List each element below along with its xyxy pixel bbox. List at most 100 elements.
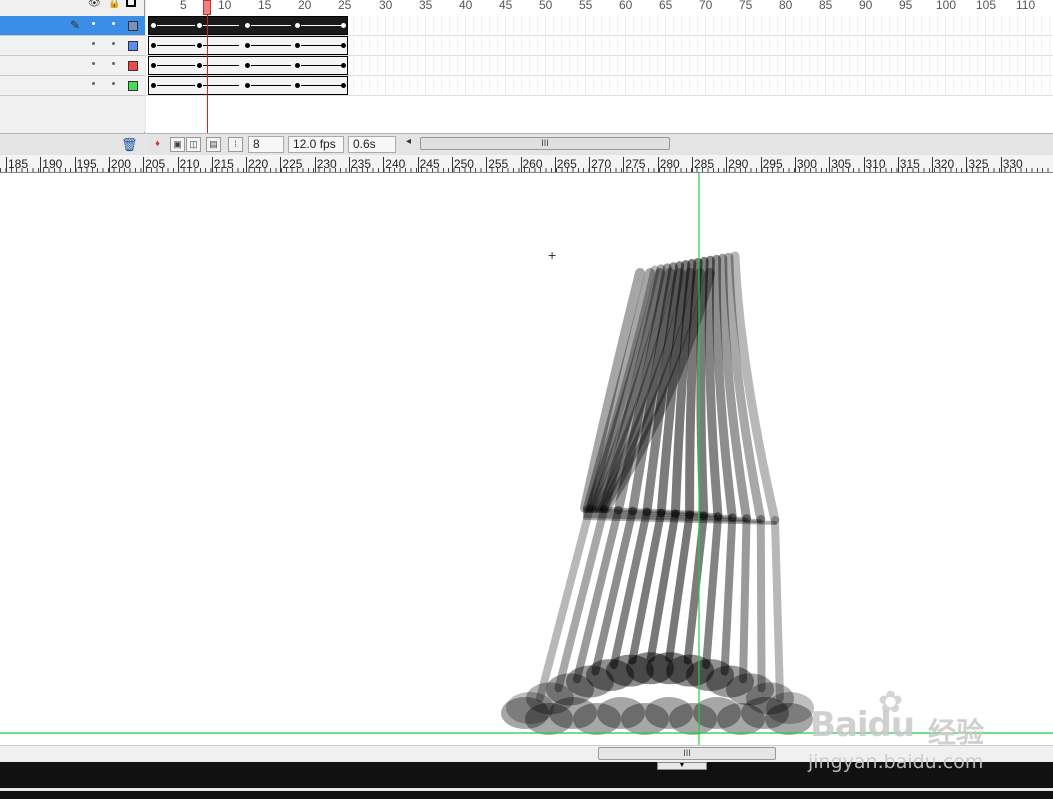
ruler-label: 330: [1002, 157, 1023, 171]
onion-outline-icon[interactable]: ◫: [186, 137, 201, 152]
keyframe[interactable]: [295, 63, 300, 68]
tween-span[interactable]: [148, 76, 348, 95]
ruler-major-tick: [863, 157, 865, 172]
shin-stroke: [702, 512, 723, 670]
frame-number: 90: [859, 0, 873, 12]
keyframe[interactable]: [341, 63, 346, 68]
frames-area[interactable]: 5 10 15 20 25 30 35 40 45 50 55 60 65 70…: [146, 0, 1053, 133]
playhead[interactable]: [203, 0, 211, 15]
outline-icon[interactable]: [126, 0, 136, 7]
keyframe[interactable]: [151, 63, 156, 68]
frame-ruler[interactable]: 5 10 15 20 25 30 35 40 45 50 55 60 65 70…: [146, 0, 1053, 14]
lock-dot[interactable]: [112, 62, 115, 65]
ruler-label: 315: [899, 157, 920, 171]
frame-number: 110: [1016, 0, 1036, 12]
keyframe[interactable]: [295, 23, 300, 28]
lock-dot[interactable]: [112, 22, 115, 25]
collapse-arrow-icon[interactable]: ▼: [657, 762, 707, 770]
ruler-label: 215: [213, 157, 234, 171]
tween-arrow: [157, 45, 195, 46]
stage-artwork: [0, 173, 1053, 745]
ruler-label: 235: [351, 157, 372, 171]
eye-icon[interactable]: 👁: [88, 0, 101, 9]
visibility-dot[interactable]: [92, 62, 95, 65]
stage-scroll-thumb[interactable]: III: [598, 747, 776, 760]
ruler-label: 270: [591, 157, 612, 171]
keyframe[interactable]: [245, 63, 250, 68]
frame-rows[interactable]: [146, 16, 1053, 96]
keyframe[interactable]: [295, 43, 300, 48]
layer-color-swatch[interactable]: [128, 81, 138, 91]
keyframe[interactable]: [245, 23, 250, 28]
keyframe[interactable]: [197, 43, 202, 48]
center-frame-icon[interactable]: ♦: [150, 137, 165, 152]
visibility-dot[interactable]: [92, 22, 95, 25]
keyframe[interactable]: [197, 63, 202, 68]
elapsed-time-field: 0.6s: [348, 136, 396, 153]
keyframe[interactable]: [197, 83, 202, 88]
keyframe[interactable]: [151, 23, 156, 28]
tween-arrow: [301, 85, 341, 86]
keyframe[interactable]: [295, 83, 300, 88]
frame-number: 95: [899, 0, 913, 12]
watermark-logo: Baidu: [810, 705, 915, 745]
layer-color-swatch[interactable]: [128, 61, 138, 71]
modify-markers-icon[interactable]: ⁞: [228, 137, 243, 152]
ruler-label: 280: [659, 157, 680, 171]
ruler-major-tick: [932, 157, 934, 172]
lock-icon[interactable]: 🔒: [108, 0, 120, 9]
watermark-cn: 经验: [928, 717, 985, 748]
edit-multiple-frames-icon[interactable]: ▤: [206, 137, 221, 152]
shin-stroke: [739, 514, 751, 684]
layer-color-swatch[interactable]: [128, 41, 138, 51]
fps-field[interactable]: 12.0 fps: [288, 136, 344, 153]
tween-arrow: [301, 45, 341, 46]
ruler-label: 185: [8, 157, 29, 171]
ruler-major-tick: [211, 157, 213, 172]
frame-number: 70: [699, 0, 713, 12]
ruler-label: 295: [762, 157, 783, 171]
layer-row[interactable]: [0, 36, 145, 56]
stage-ruler: 185 190 195 200 205 210 215 220 225 230 235 240 245 2…: [0, 155, 1053, 173]
ruler-major-tick: [657, 157, 659, 172]
frame-number: 45: [499, 0, 513, 12]
ruler-major-tick: [966, 157, 968, 172]
frame-number: 80: [779, 0, 793, 12]
layer-row[interactable]: [0, 56, 145, 76]
lock-dot[interactable]: [112, 42, 115, 45]
onion-skin-icon[interactable]: ▣: [170, 137, 185, 152]
visibility-dot[interactable]: [92, 42, 95, 45]
tween-span-selected[interactable]: [148, 16, 348, 35]
keyframe[interactable]: [341, 83, 346, 88]
visibility-dot[interactable]: [92, 82, 95, 85]
keyframe[interactable]: [341, 43, 346, 48]
keyframe[interactable]: [151, 43, 156, 48]
timeline-panel: 👁 🔒 ✎ 🗑 5 10 15 20 25 30 35 40 45 50 55 …: [0, 0, 1053, 155]
tween-arrow: [251, 25, 291, 26]
ruler-major-tick: [177, 157, 179, 172]
ruler-major-tick: [417, 157, 419, 172]
layer-row[interactable]: [0, 76, 145, 96]
tween-arrow: [203, 65, 239, 66]
shin-stroke: [720, 513, 737, 676]
lock-dot[interactable]: [112, 82, 115, 85]
ruler-major-tick: [829, 157, 831, 172]
keyframe[interactable]: [197, 23, 202, 28]
layer-color-swatch[interactable]: [128, 21, 138, 31]
layer-header: 👁 🔒: [0, 0, 145, 12]
tween-span[interactable]: [148, 56, 348, 75]
keyframe[interactable]: [245, 43, 250, 48]
scroll-left-arrow-icon[interactable]: ◂: [406, 136, 411, 147]
ruler-major-tick: [314, 157, 316, 172]
keyframe[interactable]: [151, 83, 156, 88]
tween-span[interactable]: [148, 36, 348, 55]
keyframe[interactable]: [341, 23, 346, 28]
timeline-scrollbar[interactable]: ◂ III: [404, 136, 1053, 152]
crosshair-cursor-icon: +: [548, 247, 557, 263]
layer-row[interactable]: ✎: [0, 16, 145, 36]
keyframe[interactable]: [245, 83, 250, 88]
stage-canvas[interactable]: +: [0, 173, 1053, 745]
scroll-thumb[interactable]: III: [420, 137, 670, 150]
ruler-label: 245: [419, 157, 440, 171]
trash-icon[interactable]: 🗑: [121, 137, 138, 153]
